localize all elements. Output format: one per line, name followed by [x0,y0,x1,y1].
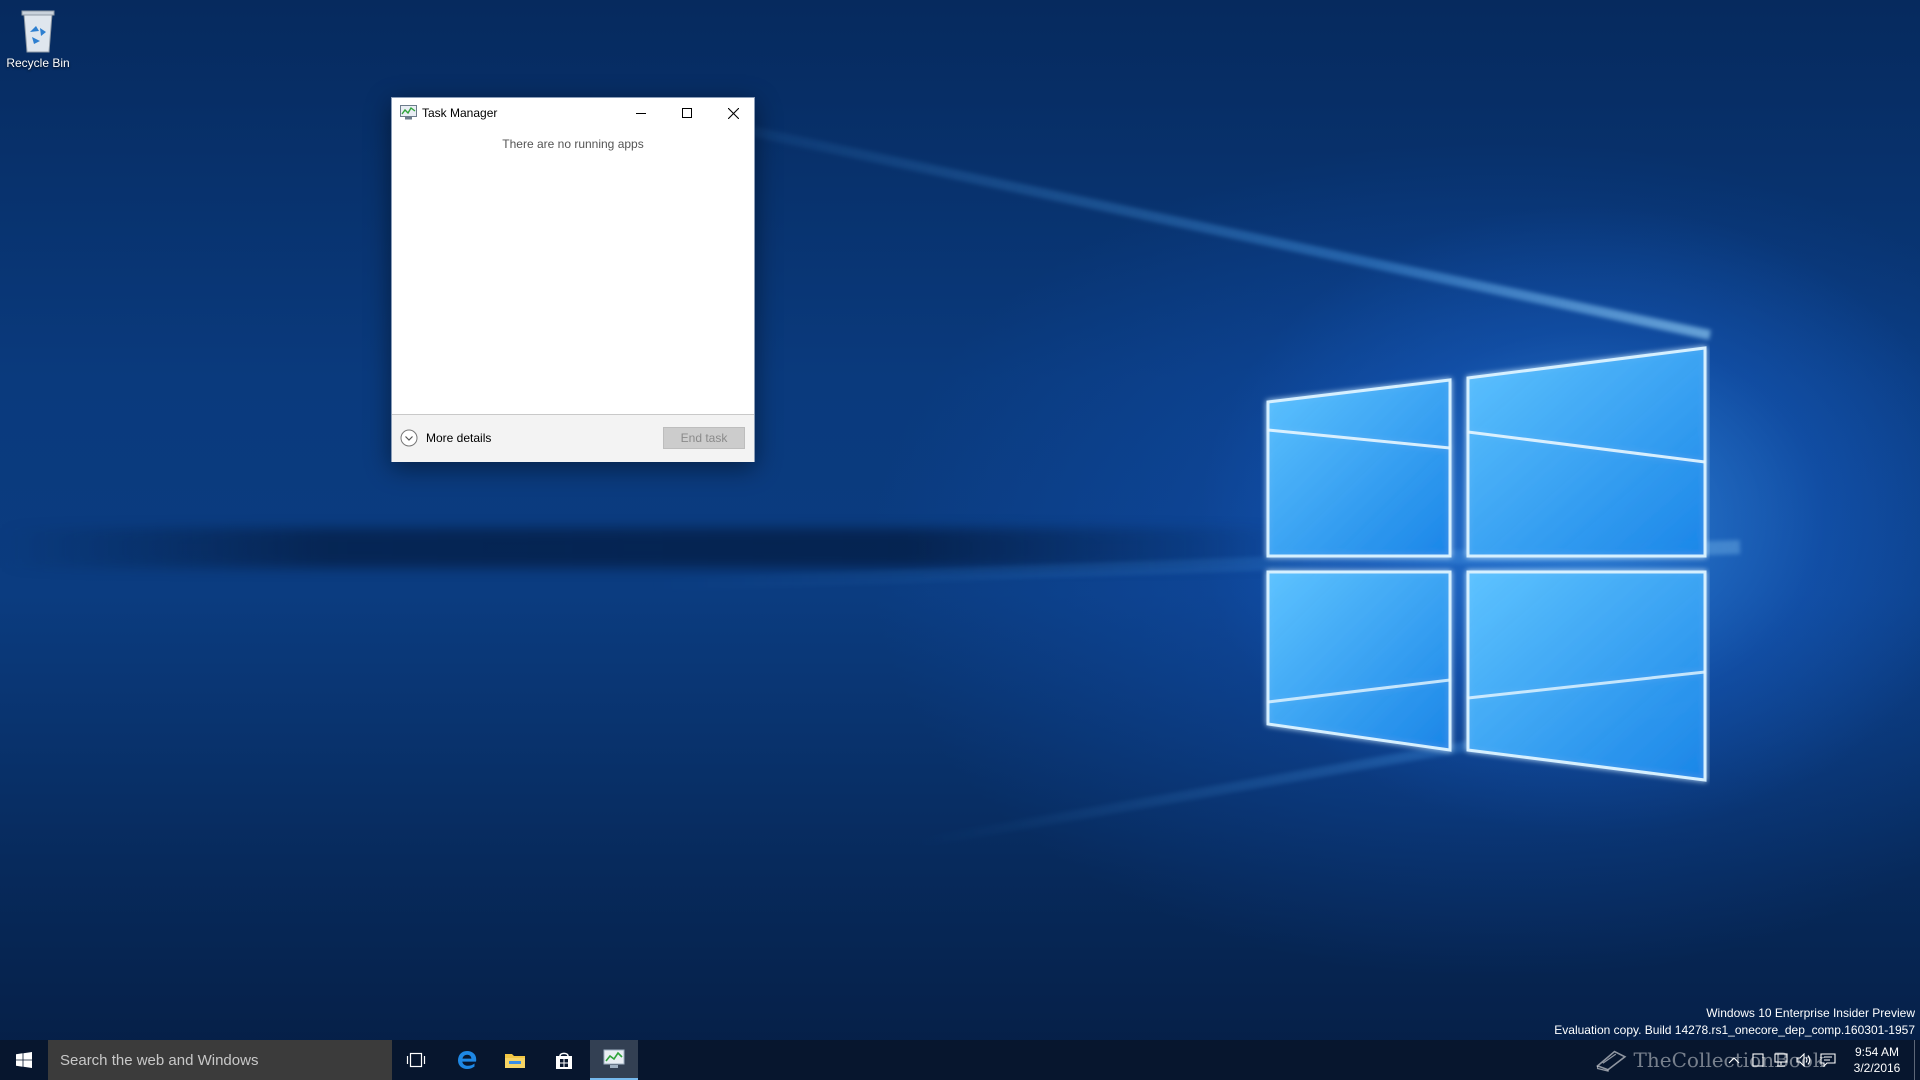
network-icon [1774,1053,1788,1067]
volume-button[interactable] [1794,1050,1814,1070]
notification-icon [1820,1053,1836,1067]
more-details-label: More details [426,431,492,445]
system-clock[interactable]: 9:54 AM 3/2/2016 [1848,1044,1906,1076]
windows-logo-wallpaper [1266,346,1707,782]
desktop-icon-recycle-bin[interactable]: Recycle Bin [4,6,72,76]
file-explorer-icon [505,1054,525,1068]
search-input[interactable]: Search the web and Windows [48,1040,392,1080]
chevron-up-icon [1728,1057,1740,1064]
windows-start-icon [16,1052,32,1068]
desktop: Recycle Bin Task Manager There are no ru… [0,0,1920,1080]
task-manager-icon [400,105,417,120]
network-button[interactable] [1771,1050,1791,1070]
maximize-icon [682,108,692,118]
search-placeholder: Search the web and Windows [60,1051,259,1069]
clock-time: 9:54 AM [1854,1045,1900,1059]
edge-taskbar-button[interactable] [443,1040,491,1080]
store-icon [556,1052,572,1069]
recycle-bin-icon [21,10,55,53]
tablet-mode-button[interactable] [1748,1050,1768,1070]
task-manager-taskbar-button[interactable] [590,1040,638,1080]
task-view-button[interactable] [392,1040,440,1080]
window-footer: More details End task [392,414,754,462]
build-watermark: Windows 10 Enterprise Insider Preview Ev… [1554,1005,1915,1039]
taskbar: Search the web and Windows TheCollection… [0,1040,1920,1080]
store-taskbar-button[interactable] [540,1040,588,1080]
watermark-build: Evaluation copy. Build 14278.rs1_onecore… [1554,1023,1915,1037]
edge-icon [458,1051,477,1069]
start-button[interactable] [0,1040,48,1080]
window-title: Task Manager [422,106,498,120]
clock-date: 3/2/2016 [1853,1061,1901,1075]
minimize-icon [636,113,646,114]
title-bar[interactable]: Task Manager [392,98,754,128]
task-view-icon [406,1052,426,1068]
desktop-icon-label: Recycle Bin [6,56,70,70]
minimize-button[interactable] [618,98,664,128]
close-button[interactable] [710,98,756,128]
show-hidden-icons-button[interactable] [1724,1050,1744,1070]
end-task-button[interactable]: End task [663,427,745,449]
watermark-edition: Windows 10 Enterprise Insider Preview [1706,1006,1915,1020]
speaker-icon [1796,1053,1811,1067]
more-details-toggle[interactable]: More details [400,427,491,449]
task-manager-window: Task Manager There are no running apps M… [391,97,755,462]
tablet-icon [1752,1053,1764,1067]
maximize-button[interactable] [664,98,710,128]
chevron-down-circle-icon [400,429,418,447]
action-center-button[interactable] [1818,1050,1838,1070]
show-desktop-button[interactable] [1914,1040,1920,1080]
close-icon [727,107,739,119]
book-icon [1596,1050,1627,1072]
empty-apps-message: There are no running apps [502,137,644,151]
file-explorer-taskbar-button[interactable] [491,1040,539,1080]
task-manager-icon [603,1049,625,1068]
